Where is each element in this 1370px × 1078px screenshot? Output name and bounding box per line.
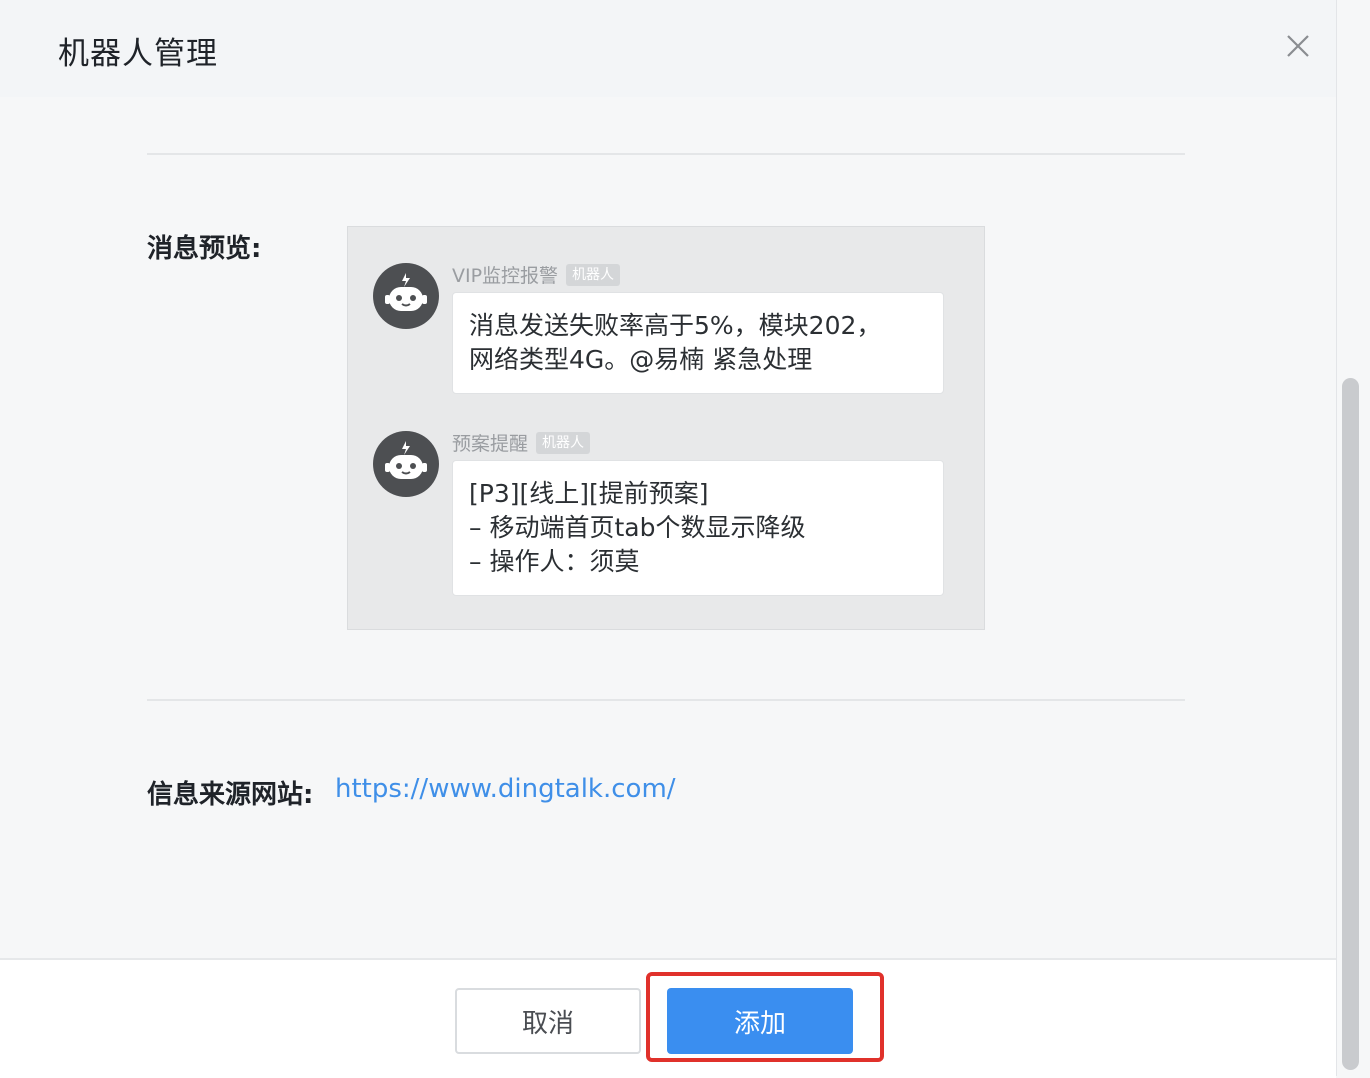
scrollbar-thumb[interactable]: [1342, 378, 1359, 1070]
sender-name: 预案提醒: [452, 433, 529, 455]
message-sender: 预案提醒 机器人: [452, 429, 591, 456]
message-line: 网络类型4G。@易楠 紧急处理: [469, 345, 813, 374]
message-line: – 移动端首页tab个数显示降级: [469, 513, 806, 542]
message-line: [P3][线上][提前预案]: [469, 479, 709, 508]
message-line: – 操作人：须莫: [469, 547, 640, 576]
source-site-label: 信息来源网站:: [147, 780, 314, 810]
message-preview-label: 消息预览:: [147, 234, 262, 264]
source-site-link[interactable]: https://www.dingtalk.com/: [335, 774, 676, 804]
message-preview-box: VIP监控报警 机器人 消息发送失败率高于5%，模块202， 网络类型4G。@易…: [347, 226, 985, 630]
divider: [147, 699, 1185, 701]
close-icon[interactable]: [1282, 30, 1314, 62]
robot-management-dialog: 机器人管理 消息预览: VIP监控报警 机器人 消息发送失败率高于5%，模块20…: [0, 0, 1370, 1078]
divider: [147, 153, 1185, 155]
message-bubble: 消息发送失败率高于5%，模块202， 网络类型4G。@易楠 紧急处理: [452, 292, 944, 394]
message-sender: VIP监控报警 机器人: [452, 261, 621, 288]
cancel-button[interactable]: 取消: [455, 988, 641, 1054]
message-bubble: [P3][线上][提前预案] – 移动端首页tab个数显示降级 – 操作人：须莫: [452, 460, 944, 596]
robot-avatar-icon: [373, 263, 439, 329]
dialog-footer: 取消 添加: [0, 958, 1336, 1078]
add-button[interactable]: 添加: [667, 988, 853, 1054]
dialog-header: 机器人管理: [0, 0, 1336, 97]
robot-tag: 机器人: [566, 263, 621, 286]
sender-name: VIP监控报警: [452, 265, 559, 287]
dialog-title: 机器人管理: [58, 36, 218, 72]
robot-avatar-icon: [373, 431, 439, 497]
message-line: 消息发送失败率高于5%，模块202，: [469, 311, 882, 340]
robot-tag: 机器人: [536, 431, 591, 454]
